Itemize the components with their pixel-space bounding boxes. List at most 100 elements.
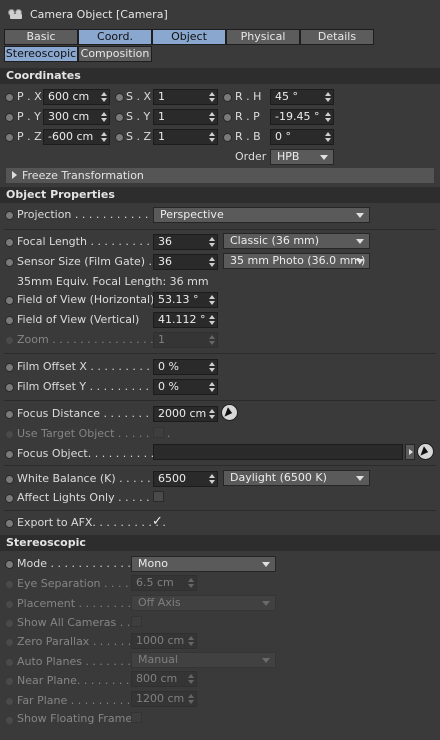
- white-balance-animate-dot[interactable]: [5, 475, 14, 484]
- rb-animate-dot[interactable]: [223, 133, 232, 142]
- show-floating-frame-label: Show Floating Frame: [17, 712, 133, 725]
- film-offset-y-animate-dot[interactable]: [5, 383, 14, 392]
- affect-lights-checkbox[interactable]: [153, 491, 164, 502]
- projection-label: Projection . . . . . . . . . . . . .: [17, 208, 163, 221]
- focus-distance-animate-dot[interactable]: [5, 410, 14, 419]
- sz-label: S . Z: [126, 130, 152, 143]
- use-target-animate-dot: [5, 430, 14, 439]
- export-afx-animate-dot[interactable]: [5, 519, 14, 528]
- film-offset-x-animate-dot[interactable]: [5, 363, 14, 372]
- rb-field[interactable]: 0 °: [270, 129, 334, 145]
- sensor-size-label: Sensor Size (Film Gate) . . .: [17, 255, 167, 268]
- sx-field[interactable]: 1: [153, 89, 218, 105]
- use-target-checkbox: [153, 427, 164, 438]
- focus-distance-label: Focus Distance . . . . . . . . .: [17, 407, 163, 420]
- fov-h-field[interactable]: 53.13 °: [153, 292, 218, 308]
- order-label: Order: [235, 150, 267, 163]
- pz-field[interactable]: -600 cm: [43, 129, 110, 145]
- tab-stereoscopic[interactable]: Stereoscopic: [4, 46, 78, 62]
- tab-basic[interactable]: Basic: [4, 29, 78, 45]
- order-dropdown[interactable]: HPB: [270, 149, 334, 165]
- far-plane-animate-dot: [5, 697, 14, 706]
- rh-label: R . H: [235, 90, 262, 103]
- film-offset-x-field[interactable]: 0 %: [153, 359, 218, 375]
- px-field[interactable]: 600 cm: [43, 89, 110, 105]
- rb-label: R . B: [235, 130, 261, 143]
- px-animate-dot[interactable]: [5, 93, 14, 102]
- expand-triangle-icon: [12, 171, 17, 179]
- rh-field[interactable]: 45 °: [270, 89, 334, 105]
- near-plane-field: 800 cm: [131, 671, 197, 687]
- film-offset-y-label: Film Offset Y . . . . . . . . . . .: [17, 380, 164, 393]
- white-balance-label: White Balance (K) . . . . . . .: [17, 472, 165, 485]
- projection-dropdown[interactable]: Perspective: [153, 207, 370, 223]
- camera-icon: [8, 8, 24, 20]
- focus-distance-field[interactable]: 2000 cm: [153, 406, 218, 422]
- divider: [4, 400, 436, 401]
- focus-object-link-field[interactable]: [153, 444, 403, 460]
- eye-sep-animate-dot: [5, 580, 14, 589]
- fov-v-label: Field of View (Vertical): [17, 313, 140, 326]
- focus-object-label: Focus Object. . . . . . . . . . . .: [17, 447, 169, 460]
- focal-length-preset-dropdown[interactable]: Classic (36 mm): [223, 233, 370, 249]
- focus-object-menu-button[interactable]: [405, 444, 415, 460]
- focus-distance-picker-icon[interactable]: [221, 404, 238, 421]
- white-balance-preset-dropdown[interactable]: Daylight (6500 K): [223, 470, 370, 486]
- window-title: Camera Object [Camera]: [30, 7, 168, 21]
- divider: [4, 353, 436, 354]
- tab-details[interactable]: Details: [300, 29, 374, 45]
- window-titlebar: Camera Object [Camera]: [0, 0, 440, 28]
- section-object-properties: Object Properties: [0, 187, 440, 203]
- film-offset-y-field[interactable]: 0 %: [153, 379, 218, 395]
- sz-field[interactable]: 1: [153, 129, 218, 145]
- fov-h-label: Field of View (Horizontal): [17, 293, 155, 306]
- sx-animate-dot[interactable]: [115, 93, 124, 102]
- fov-h-animate-dot[interactable]: [5, 296, 14, 305]
- pz-label: P . Z: [17, 130, 42, 143]
- auto-planes-dropdown: Manual: [131, 652, 276, 668]
- tab-physical[interactable]: Physical: [226, 29, 300, 45]
- sensor-size-animate-dot[interactable]: [5, 258, 14, 267]
- sx-label: S . X: [126, 90, 152, 103]
- tab-coord[interactable]: Coord.: [78, 29, 152, 45]
- tab-composition[interactable]: Composition: [78, 46, 152, 62]
- zoom-field: 1: [153, 332, 218, 348]
- show-all-cameras-label: Show All Cameras . . .: [17, 616, 138, 629]
- far-plane-label: Far Plane . . . . . . . . .: [17, 694, 131, 707]
- sz-animate-dot[interactable]: [115, 133, 124, 142]
- rp-label: R . P: [235, 110, 260, 123]
- focus-object-picker-icon[interactable]: [417, 443, 434, 460]
- py-field[interactable]: 300 cm: [43, 109, 110, 125]
- far-plane-field: 1200 cm: [131, 691, 197, 707]
- film-offset-x-label: Film Offset X . . . . . . . . . . .: [17, 360, 164, 373]
- affect-lights-animate-dot[interactable]: [5, 494, 14, 503]
- rp-animate-dot[interactable]: [223, 113, 232, 122]
- tab-object[interactable]: Object: [152, 29, 226, 45]
- tab-bar-2: Stereoscopic Composition: [4, 46, 152, 62]
- px-label: P . X: [17, 90, 42, 103]
- sensor-size-field[interactable]: 36: [153, 254, 218, 270]
- projection-animate-dot[interactable]: [5, 211, 14, 220]
- py-animate-dot[interactable]: [5, 113, 14, 122]
- zero-parallax-animate-dot: [5, 638, 14, 647]
- py-label: P . Y: [17, 110, 41, 123]
- focal-length-field[interactable]: 36: [153, 234, 218, 250]
- white-balance-field[interactable]: 6500: [153, 471, 218, 487]
- mode-dropdown[interactable]: Mono: [131, 556, 276, 572]
- mode-animate-dot[interactable]: [5, 560, 14, 569]
- focal-length-animate-dot[interactable]: [5, 238, 14, 247]
- focus-object-animate-dot[interactable]: [5, 450, 14, 459]
- freeze-transformation-group[interactable]: Freeze Transformation: [6, 168, 434, 183]
- mode-label: Mode . . . . . . . . . . . .: [17, 557, 131, 570]
- pz-animate-dot[interactable]: [5, 133, 14, 142]
- sy-animate-dot[interactable]: [115, 113, 124, 122]
- fov-v-field[interactable]: 41.112 °: [153, 312, 218, 328]
- export-afx-checkbox[interactable]: ✓: [152, 515, 163, 528]
- rp-field[interactable]: -19.45 °: [270, 109, 334, 125]
- fov-v-animate-dot[interactable]: [5, 316, 14, 325]
- placement-dropdown: Off Axis: [131, 595, 276, 611]
- sy-field[interactable]: 1: [153, 109, 218, 125]
- rh-animate-dot[interactable]: [223, 93, 232, 102]
- sensor-size-preset-dropdown[interactable]: 35 mm Photo (36.0 mm): [223, 253, 370, 269]
- eye-separation-field: 6.5 cm: [131, 575, 197, 591]
